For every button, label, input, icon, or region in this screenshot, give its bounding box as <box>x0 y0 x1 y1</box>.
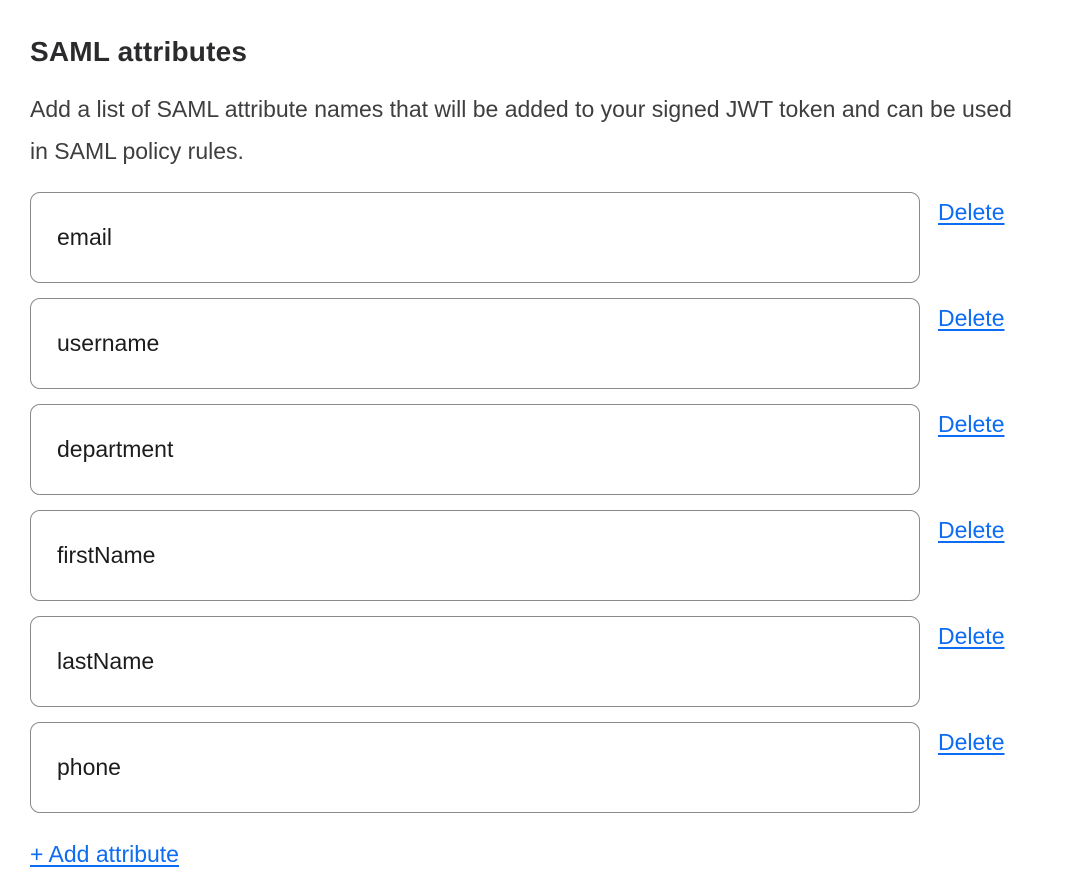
delete-link-email[interactable]: Delete <box>938 199 1004 226</box>
delete-link-lastName[interactable]: Delete <box>938 623 1004 650</box>
attribute-row: Delete <box>30 192 1036 283</box>
attribute-row: Delete <box>30 298 1036 389</box>
attribute-input-department[interactable] <box>30 404 920 495</box>
saml-attributes-panel: SAML attributes Add a list of SAML attri… <box>0 0 1066 886</box>
attribute-input-username[interactable] <box>30 298 920 389</box>
attribute-row: Delete <box>30 616 1036 707</box>
section-description: Add a list of SAML attribute names that … <box>30 88 1020 172</box>
delete-link-department[interactable]: Delete <box>938 411 1004 438</box>
attribute-row: Delete <box>30 510 1036 601</box>
attribute-list: Delete Delete Delete Delete Delete Delet… <box>30 192 1036 813</box>
attribute-row: Delete <box>30 722 1036 813</box>
add-attribute-link[interactable]: + Add attribute <box>30 841 179 868</box>
delete-link-username[interactable]: Delete <box>938 305 1004 332</box>
delete-link-phone[interactable]: Delete <box>938 729 1004 756</box>
section-title: SAML attributes <box>30 36 1036 68</box>
attribute-input-lastName[interactable] <box>30 616 920 707</box>
attribute-row: Delete <box>30 404 1036 495</box>
attribute-input-phone[interactable] <box>30 722 920 813</box>
attribute-input-email[interactable] <box>30 192 920 283</box>
attribute-input-firstName[interactable] <box>30 510 920 601</box>
delete-link-firstName[interactable]: Delete <box>938 517 1004 544</box>
